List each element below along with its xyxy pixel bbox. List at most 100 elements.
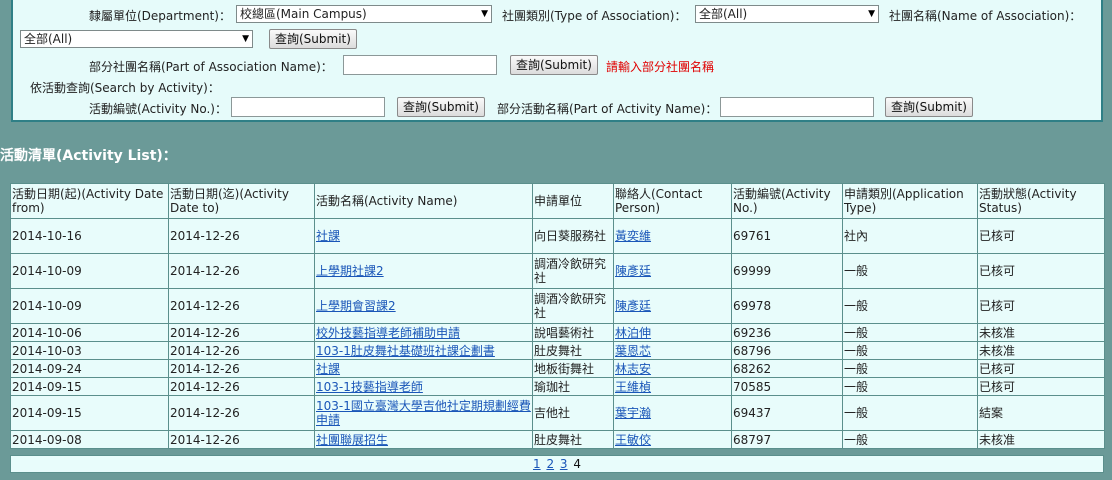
cell-activity-no: 70585 bbox=[731, 377, 843, 396]
cell-applicant-unit: 調酒冷飲研究社 bbox=[532, 288, 614, 324]
cell-applicant-unit: 瑜珈社 bbox=[532, 377, 614, 396]
submit-activity-no-button[interactable]: 查詢(Submit) bbox=[397, 97, 485, 117]
cell-activity-status: 已核可 bbox=[977, 253, 1105, 289]
cell-activity-no: 69978 bbox=[731, 288, 843, 324]
cell-application-type: 一般 bbox=[842, 253, 978, 289]
table-row: 2014-09-24 2014-12-26 社課 地板街舞社 林志安 68262 一般 已核可 bbox=[10, 359, 1105, 378]
cell-contact-person: 王敏佼 bbox=[613, 430, 732, 449]
submit-part-activity-button[interactable]: 查詢(Submit) bbox=[885, 97, 973, 117]
cell-date-from: 2014-09-15 bbox=[10, 395, 169, 431]
part-association-name-input[interactable] bbox=[343, 55, 497, 75]
cell-application-type: 一般 bbox=[842, 377, 978, 396]
activity-name-link[interactable]: 社課 bbox=[316, 362, 340, 376]
cell-date-to: 2014-12-26 bbox=[168, 253, 315, 289]
table-row: 2014-09-15 2014-12-26 103-1技藝指導老師 瑜珈社 王維楨 705… bbox=[10, 377, 1105, 396]
cell-activity-no: 69437 bbox=[731, 395, 843, 431]
cell-activity-status: 已核可 bbox=[977, 377, 1105, 396]
cell-applicant-unit: 說唱藝術社 bbox=[532, 323, 614, 342]
contact-person-link[interactable]: 陳彥廷 bbox=[615, 299, 651, 313]
activity-table: 活動日期(起)(Activity Date from) 活動日期(迄)(Acti… bbox=[10, 183, 1105, 449]
activity-no-input[interactable] bbox=[231, 97, 385, 117]
contact-person-link[interactable]: 葉恩芯 bbox=[615, 344, 651, 358]
cell-activity-no: 68797 bbox=[731, 430, 843, 449]
cell-activity-name: 校外技藝指導老師補助申請 bbox=[314, 323, 533, 342]
cell-date-to: 2014-12-26 bbox=[168, 359, 315, 378]
table-header-row: 活動日期(起)(Activity Date from) 活動日期(迄)(Acti… bbox=[10, 183, 1105, 219]
cell-date-to: 2014-12-26 bbox=[168, 395, 315, 431]
cell-activity-status: 已核可 bbox=[977, 288, 1105, 324]
cell-application-type: 一般 bbox=[842, 323, 978, 342]
page-link[interactable]: 3 bbox=[560, 457, 568, 471]
submit-part-association-button[interactable]: 查詢(Submit) bbox=[510, 55, 598, 75]
activity-no-label: 活動編號(Activity No.)： bbox=[89, 102, 227, 116]
cell-activity-name: 社課 bbox=[314, 359, 533, 378]
cell-contact-person: 林志安 bbox=[613, 359, 732, 378]
contact-person-link[interactable]: 林泊伸 bbox=[615, 326, 651, 340]
contact-person-link[interactable]: 王維楨 bbox=[615, 380, 651, 394]
header-activity-status: 活動狀態(Activity Status) bbox=[977, 183, 1105, 219]
submit-association-button[interactable]: 查詢(Submit) bbox=[269, 29, 357, 49]
activity-name-link[interactable]: 社課 bbox=[316, 229, 340, 243]
cell-activity-status: 未核准 bbox=[977, 430, 1105, 449]
association-type-select-value: 全部(All) bbox=[699, 7, 748, 21]
contact-person-link[interactable]: 葉宇瀚 bbox=[615, 406, 651, 420]
activity-name-link[interactable]: 103-1肚皮舞社基礎班社課企劃書 bbox=[316, 344, 495, 358]
cell-activity-name: 103-1肚皮舞社基礎班社課企劃書 bbox=[314, 341, 533, 360]
part-activity-name-input[interactable] bbox=[720, 97, 874, 117]
search-panel: 隸屬單位(Department)： 校總區(Main Campus) ▼ 社團類… bbox=[11, 0, 1103, 122]
cell-date-from: 2014-10-03 bbox=[10, 341, 169, 360]
pagination: 1 2 3 4 bbox=[10, 455, 1104, 473]
search-by-activity-label: 依活動查詢(Search by Activity)： bbox=[30, 81, 220, 95]
cell-activity-no: 68796 bbox=[731, 341, 843, 360]
header-date-from: 活動日期(起)(Activity Date from) bbox=[10, 183, 169, 219]
cell-date-to: 2014-12-26 bbox=[168, 218, 315, 254]
contact-person-link[interactable]: 黃奕維 bbox=[615, 229, 651, 243]
association-name-select-value: 全部(All) bbox=[24, 32, 73, 46]
cell-applicant-unit: 肚皮舞社 bbox=[532, 430, 614, 449]
contact-person-link[interactable]: 林志安 bbox=[615, 362, 651, 376]
cell-activity-name: 103-1技藝指導老師 bbox=[314, 377, 533, 396]
table-row: 2014-09-15 2014-12-26 103-1國立臺灣大學吉他社定期規劃經費… bbox=[10, 395, 1105, 431]
cell-activity-status: 未核准 bbox=[977, 323, 1105, 342]
cell-date-from: 2014-10-09 bbox=[10, 253, 169, 289]
cell-date-to: 2014-12-26 bbox=[168, 288, 315, 324]
chevron-down-icon: ▼ bbox=[242, 34, 249, 44]
cell-date-to: 2014-12-26 bbox=[168, 377, 315, 396]
association-name-select[interactable]: 全部(All) ▼ bbox=[20, 30, 253, 48]
cell-applicant-unit: 吉他社 bbox=[532, 395, 614, 431]
cell-application-type: 一般 bbox=[842, 341, 978, 360]
cell-date-to: 2014-12-26 bbox=[168, 341, 315, 360]
part-association-name-label: 部分社團名稱(Part of Association Name)： bbox=[89, 60, 333, 74]
activity-name-link[interactable]: 上學期會習課2 bbox=[316, 299, 396, 313]
cell-applicant-unit: 向日葵服務社 bbox=[532, 218, 614, 254]
cell-date-from: 2014-10-09 bbox=[10, 288, 169, 324]
chevron-down-icon: ▼ bbox=[481, 9, 488, 19]
header-application-type: 申請類別(Application Type) bbox=[842, 183, 978, 219]
cell-activity-status: 未核准 bbox=[977, 341, 1105, 360]
cell-contact-person: 陳彥廷 bbox=[613, 253, 732, 289]
department-select-value: 校總區(Main Campus) bbox=[240, 7, 367, 21]
table-row: 2014-10-06 2014-12-26 校外技藝指導老師補助申請 說唱藝術社 林泊伸… bbox=[10, 323, 1105, 342]
activity-name-link[interactable]: 103-1技藝指導老師 bbox=[316, 380, 423, 394]
cell-activity-status: 結案 bbox=[977, 395, 1105, 431]
page-link[interactable]: 1 bbox=[533, 457, 541, 471]
association-type-select[interactable]: 全部(All) ▼ bbox=[695, 5, 879, 23]
cell-contact-person: 陳彥廷 bbox=[613, 288, 732, 324]
header-contact-person: 聯絡人(Contact Person) bbox=[613, 183, 732, 219]
department-select[interactable]: 校總區(Main Campus) ▼ bbox=[236, 5, 492, 23]
activity-name-link[interactable]: 校外技藝指導老師補助申請 bbox=[316, 326, 460, 340]
activity-name-link[interactable]: 上學期社課2 bbox=[316, 264, 384, 278]
cell-contact-person: 林泊伸 bbox=[613, 323, 732, 342]
cell-applicant-unit: 肚皮舞社 bbox=[532, 341, 614, 360]
contact-person-link[interactable]: 王敏佼 bbox=[615, 433, 651, 447]
cell-application-type: 一般 bbox=[842, 288, 978, 324]
cell-date-from: 2014-09-15 bbox=[10, 377, 169, 396]
contact-person-link[interactable]: 陳彥廷 bbox=[615, 264, 651, 278]
cell-activity-name: 上學期社課2 bbox=[314, 253, 533, 289]
cell-activity-no: 69999 bbox=[731, 253, 843, 289]
cell-activity-no: 69236 bbox=[731, 323, 843, 342]
activity-name-link[interactable]: 103-1國立臺灣大學吉他社定期規劃經費申請 bbox=[316, 399, 531, 427]
cell-applicant-unit: 地板街舞社 bbox=[532, 359, 614, 378]
activity-name-link[interactable]: 社團聯展招生 bbox=[316, 433, 388, 447]
page-link[interactable]: 2 bbox=[546, 457, 554, 471]
